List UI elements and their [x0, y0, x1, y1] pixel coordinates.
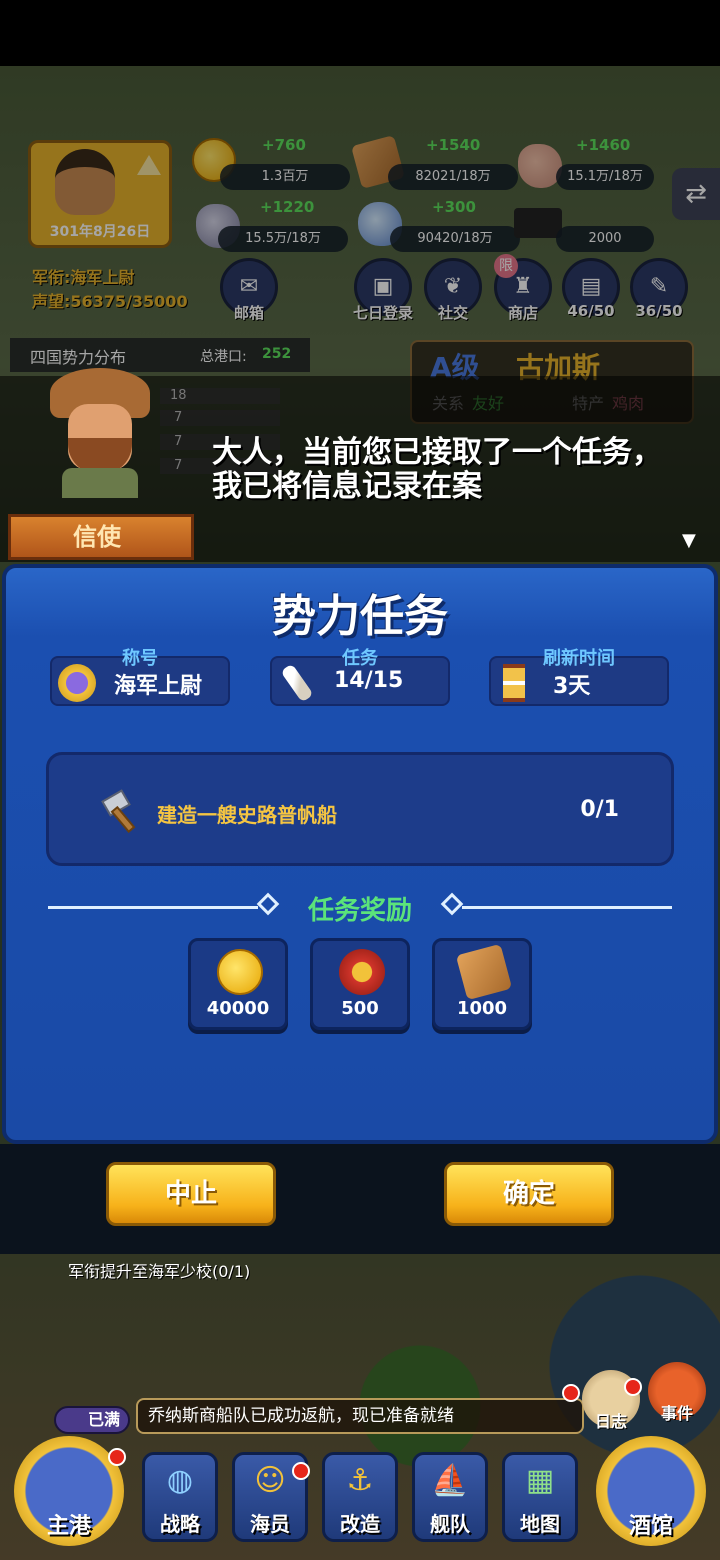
task-count-box: 任务 14/15 — [270, 648, 450, 706]
tavern-label: 酒馆 — [628, 1514, 673, 1539]
map-icon: ▦ — [525, 1463, 555, 1498]
notice-bar[interactable]: 乔纳斯商船队已成功返航，现已准备就绪 — [136, 1398, 584, 1434]
dialog-line-2: 我已将信息记录在案 — [212, 469, 482, 504]
divider-right — [462, 906, 672, 909]
task-description: 建造一艘史路普帆船 — [157, 803, 337, 827]
map-label: 地图 — [520, 1512, 560, 1536]
strategy-button[interactable]: ◍ 战略 — [142, 1452, 218, 1542]
status-bar — [0, 0, 720, 66]
anchor-icon: ⚓ — [346, 1463, 374, 1498]
rank-medal-icon — [58, 664, 96, 702]
hammer-icon — [101, 789, 136, 834]
modify-button[interactable]: ⚓ 改造 — [322, 1452, 398, 1542]
event-button[interactable]: 事件 — [648, 1362, 706, 1423]
refresh-time-value: 3天 — [553, 674, 591, 699]
storage-full-badge: 已满 — [54, 1406, 130, 1434]
strategy-label: 战略 — [160, 1512, 200, 1536]
title-info-box: 称号 海军上尉 — [50, 648, 230, 706]
panel-title: 势力任务 — [272, 591, 448, 642]
tavern-button[interactable]: 酒馆 — [596, 1436, 706, 1546]
alert-icon — [562, 1384, 580, 1402]
reward-value: 40000 — [206, 998, 270, 1019]
event-label: 事件 — [660, 1404, 693, 1423]
map-button[interactable]: ▦ 地图 — [502, 1452, 578, 1542]
reward-coins[interactable]: 40000 — [188, 938, 288, 1030]
task-count-label: 任务 — [342, 648, 378, 669]
home-port-label: 主港 — [46, 1514, 91, 1539]
crew-label: 海员 — [250, 1512, 290, 1536]
fleet-label: 舰队 — [430, 1512, 470, 1536]
title-value: 海军上尉 — [114, 674, 203, 699]
abort-button[interactable]: 中止 — [106, 1162, 276, 1226]
task-item[interactable]: 建造一艘史路普帆船 0/1 — [46, 752, 674, 866]
notification-dot — [624, 1378, 642, 1396]
next-dialog-icon[interactable]: ▼ — [682, 530, 696, 551]
confirm-button[interactable]: 确定 — [444, 1162, 614, 1226]
messenger-character — [40, 368, 160, 498]
task-count-value: 14/15 — [334, 668, 404, 693]
quest-tracker[interactable]: 军衔提升至海军少校(0/1) — [68, 1262, 268, 1282]
globe-icon: ◍ — [166, 1463, 194, 1498]
reward-value: 1000 — [456, 998, 508, 1019]
modify-label: 改造 — [340, 1512, 380, 1536]
speaker-name: 信使 — [8, 514, 194, 560]
notification-dot — [292, 1462, 310, 1480]
reward-reputation[interactable]: 500 — [310, 938, 410, 1030]
coin-icon — [217, 949, 263, 995]
faction-bar: 18 — [160, 388, 280, 404]
dialog-line-1: 大人，当前您已接取了一个任务， — [212, 435, 662, 470]
task-progress: 0/1 — [580, 797, 619, 822]
ship-icon: ⛵ — [431, 1463, 469, 1498]
wood-icon — [455, 943, 513, 1001]
dialog-text: 大人，当前您已接取了一个任务， 我已将信息记录在案 — [212, 436, 692, 504]
reward-value: 500 — [341, 998, 379, 1019]
fleet-button[interactable]: ⛵ 舰队 — [412, 1452, 488, 1542]
refresh-time-box: 刷新时间 3天 — [489, 648, 669, 706]
hourglass-icon — [503, 664, 525, 702]
home-port-button[interactable]: 主港 — [14, 1436, 124, 1546]
log-label: 日志 — [594, 1412, 627, 1431]
faction-bar: 7 — [160, 410, 280, 426]
star-medal-icon — [339, 949, 385, 995]
notification-dot — [108, 1448, 126, 1466]
reward-wood[interactable]: 1000 — [432, 938, 532, 1030]
